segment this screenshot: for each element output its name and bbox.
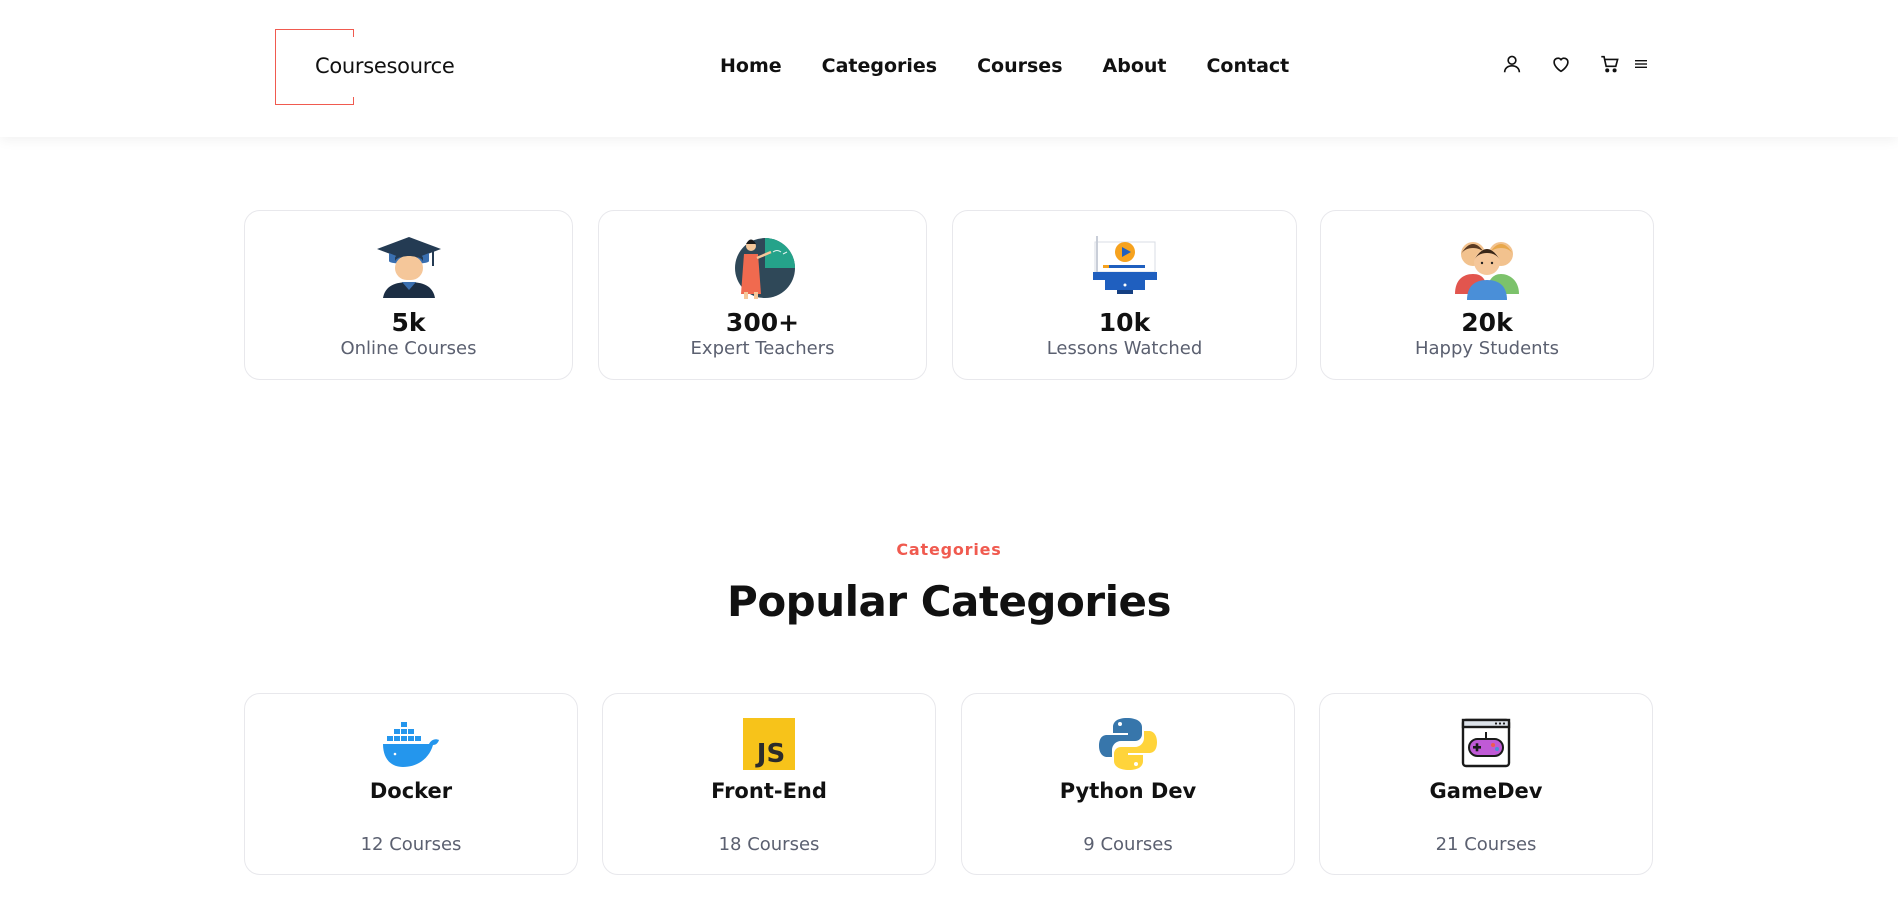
menu-icon[interactable] <box>1634 52 1648 76</box>
teacher-icon <box>734 238 795 299</box>
stat-value: 10k <box>1098 308 1151 337</box>
nav-courses[interactable]: Courses <box>977 55 1062 77</box>
python-icon <box>1099 718 1157 770</box>
nav-contact[interactable]: Contact <box>1206 55 1289 77</box>
students-icon <box>1455 242 1519 300</box>
javascript-icon: JS <box>743 718 795 770</box>
graduate-icon <box>376 237 441 298</box>
video-lesson-icon <box>1092 236 1157 294</box>
heart-icon[interactable] <box>1549 52 1573 76</box>
site-header: Coursesource Home Categories Courses Abo… <box>0 0 1898 137</box>
stat-label: Expert Teachers <box>690 338 835 359</box>
nav-home[interactable]: Home <box>720 55 782 77</box>
stat-label: Happy Students <box>1414 338 1560 359</box>
category-name: Python Dev <box>1059 779 1197 803</box>
category-count: 9 Courses <box>1083 834 1173 855</box>
category-count: 18 Courses <box>718 834 820 855</box>
category-name: GameDev <box>1429 779 1543 803</box>
stat-value: 20k <box>1461 308 1513 337</box>
stat-card-teachers: 300+ Expert Teachers <box>598 210 927 380</box>
nav-categories[interactable]: Categories <box>822 55 937 77</box>
category-count: 21 Courses <box>1435 834 1537 855</box>
stat-value: 300+ <box>725 308 800 337</box>
category-card-front-end[interactable]: JS Front-End 18 Courses <box>602 693 936 875</box>
section-kicker: Categories <box>896 540 1002 559</box>
stat-card-students: 20k Happy Students <box>1320 210 1654 380</box>
category-card-gamedev[interactable]: GameDev 21 Courses <box>1319 693 1653 875</box>
category-name: Docker <box>369 779 453 803</box>
docker-icon <box>383 722 439 767</box>
logo-text[interactable]: Coursesource <box>313 54 457 78</box>
category-name: Front-End <box>711 779 827 803</box>
svg-text:JS: JS <box>755 739 785 769</box>
category-count: 12 Courses <box>360 834 462 855</box>
category-card-python-dev[interactable]: Python Dev 9 Courses <box>961 693 1295 875</box>
main-nav: Home Categories Courses About Contact <box>720 55 1289 77</box>
user-icon[interactable] <box>1500 52 1524 76</box>
stat-label: Lessons Watched <box>1046 338 1203 359</box>
stat-value: 5k <box>391 308 426 337</box>
cart-icon[interactable] <box>1598 52 1622 76</box>
category-card-docker[interactable]: Docker 12 Courses <box>244 693 578 875</box>
header-actions <box>1500 52 1648 76</box>
section-title: Popular Categories <box>727 577 1171 626</box>
stat-card-courses: 5k Online Courses <box>244 210 573 380</box>
stat-card-lessons: 10k Lessons Watched <box>952 210 1297 380</box>
gamepad-icon <box>1461 718 1511 768</box>
nav-about[interactable]: About <box>1103 55 1167 77</box>
stat-label: Online Courses <box>340 338 477 359</box>
